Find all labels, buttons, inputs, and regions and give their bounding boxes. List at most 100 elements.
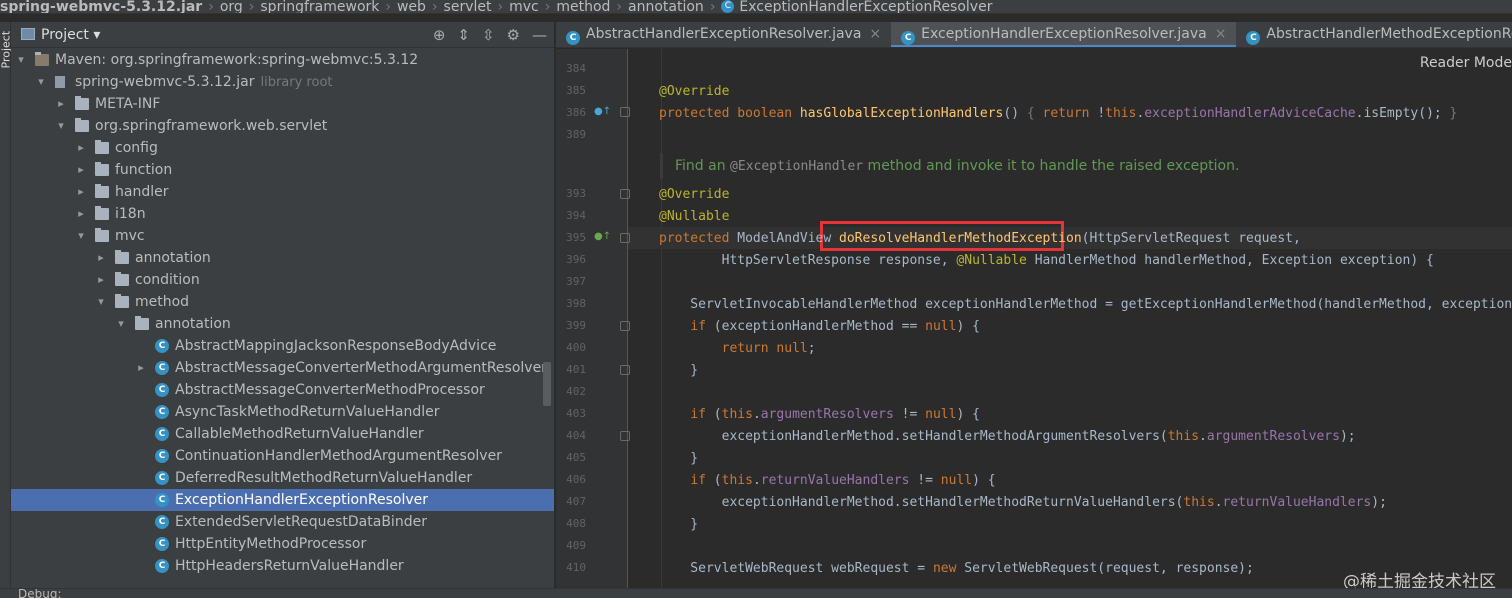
breadcrumb-item[interactable]: servlet xyxy=(444,0,492,13)
tree-item[interactable]: ▾ method xyxy=(11,291,554,313)
tree-item[interactable]: C CallableMethodReturnValueHandler xyxy=(11,423,554,445)
tree-scrollbar[interactable] xyxy=(543,362,551,406)
project-view-selector[interactable]: Project ▾ xyxy=(21,22,100,48)
fold-marker-icon[interactable] xyxy=(620,431,630,441)
implements-icon[interactable]: ●↑ xyxy=(594,231,611,242)
close-icon[interactable]: × xyxy=(1215,26,1227,42)
chevron-right-icon[interactable]: ▸ xyxy=(75,137,87,159)
code-line[interactable]: protected boolean hasGlobalExceptionHand… xyxy=(659,106,1457,121)
fold-marker-icon[interactable] xyxy=(620,365,630,375)
overrides-icon[interactable]: ●↑ xyxy=(594,106,611,117)
chevron-right-icon[interactable]: ▸ xyxy=(55,93,67,115)
chevron-down-icon[interactable]: ▾ xyxy=(35,71,47,93)
editor-tab[interactable]: C AbstractHandlerExceptionResolver.java × xyxy=(556,22,891,47)
left-tool-strip: Project xyxy=(0,22,13,598)
chevron-right-icon[interactable]: ▸ xyxy=(75,181,87,203)
gear-icon[interactable]: ⚙ xyxy=(507,22,520,48)
tree-item[interactable]: ▸ config xyxy=(11,137,554,159)
chevron-right-icon[interactable]: ▸ xyxy=(75,203,87,225)
chevron-right-icon[interactable]: ▸ xyxy=(75,159,87,181)
code-line[interactable]: exceptionHandlerMethod.setHandlerMethodR… xyxy=(659,495,1387,510)
code-line[interactable]: } xyxy=(659,363,698,378)
tree-item[interactable]: C ExtendedServletRequestDataBinder xyxy=(11,511,554,533)
code-line[interactable]: ServletWebRequest webRequest = new Servl… xyxy=(659,561,1254,576)
fold-marker-icon[interactable] xyxy=(620,233,630,243)
tree-item-label: Maven: org.springframework:spring-webmvc… xyxy=(55,52,419,68)
target-icon[interactable]: ⊕ xyxy=(433,22,446,48)
tree-item[interactable]: ▸ i18n xyxy=(11,203,554,225)
tree-item[interactable]: C ContinuationHandlerMethodArgumentResolv… xyxy=(11,445,554,467)
fold-marker-icon[interactable] xyxy=(620,321,630,331)
code-line[interactable]: if (this.argumentResolvers != null) { xyxy=(659,407,980,422)
line-number: 407 xyxy=(566,495,586,508)
tree-item[interactable]: ▸ function xyxy=(11,159,554,181)
breadcrumb-item[interactable]: springframework xyxy=(260,0,379,13)
editor-tab[interactable]: C ExceptionHandlerExceptionResolver.java × xyxy=(891,22,1237,47)
code-line[interactable]: if (this.returnValueHandlers != null) { xyxy=(659,473,995,488)
tree-item-label: DeferredResultMethodReturnValueHandler xyxy=(175,470,473,486)
breadcrumb-item[interactable]: org xyxy=(220,0,243,13)
tree-item[interactable]: C AbstractMappingJacksonResponseBodyAdvic… xyxy=(11,335,554,357)
chevron-down-icon[interactable]: ▾ xyxy=(95,291,107,313)
tree-item[interactable]: ▾ Maven: org.springframework:spring-webmv… xyxy=(11,49,554,71)
tree-item[interactable]: ▸ handler xyxy=(11,181,554,203)
tree-item-label: ExceptionHandlerExceptionResolver xyxy=(175,492,429,508)
code-line[interactable]: exceptionHandlerMethod.setHandlerMethodA… xyxy=(659,429,1356,444)
close-icon[interactable]: × xyxy=(869,26,881,42)
tree-item[interactable]: ▸ C AbstractMessageConverterMethodArgument… xyxy=(11,357,554,379)
collapse-all-icon[interactable]: ⇳ xyxy=(482,22,495,48)
debug-tab[interactable]: Debug: xyxy=(18,589,62,598)
tree-item[interactable]: ▸ META-INF xyxy=(11,93,554,115)
breadcrumb-current[interactable]: ExceptionHandlerExceptionResolver xyxy=(739,0,992,13)
tree-item[interactable]: ▸ condition xyxy=(11,269,554,291)
tree-item[interactable]: ▾ org.springframework.web.servlet xyxy=(11,115,554,137)
class-icon: C xyxy=(721,0,735,13)
code-editor[interactable]: Reader Mode Find an @ExceptionHandler me… xyxy=(556,49,1512,598)
fold-marker-icon[interactable] xyxy=(620,189,630,199)
tree-item[interactable]: C HttpEntityMethodProcessor xyxy=(11,533,554,555)
chevron-down-icon[interactable]: ▾ xyxy=(75,225,87,247)
class-icon: C xyxy=(155,493,169,507)
chevron-right-icon[interactable]: ▸ xyxy=(135,357,147,379)
code-line[interactable]: return null; xyxy=(659,341,816,356)
chevron-down-icon[interactable]: ▾ xyxy=(55,115,67,137)
breadcrumb-item[interactable]: spring-webmvc-5.3.12.jar xyxy=(0,0,202,13)
expand-all-icon[interactable]: ⇕ xyxy=(457,22,470,48)
code-line[interactable]: } xyxy=(659,517,698,532)
code-line[interactable]: protected ModelAndView doResolveHandlerM… xyxy=(659,231,1301,246)
breadcrumb-item[interactable]: annotation xyxy=(628,0,704,13)
breadcrumb-item[interactable]: web xyxy=(397,0,426,13)
tree-item[interactable]: ▾ mvc xyxy=(11,225,554,247)
class-icon: C xyxy=(155,339,169,353)
chevron-down-icon[interactable]: ▾ xyxy=(93,27,100,43)
class-icon: C xyxy=(155,559,169,573)
doc-comment[interactable]: Find an @ExceptionHandler method and inv… xyxy=(660,153,1360,179)
code-line[interactable]: @Override xyxy=(659,84,729,99)
reader-mode-button[interactable]: Reader Mode xyxy=(1420,55,1512,71)
fold-marker-icon[interactable] xyxy=(620,107,630,117)
tree-item[interactable]: C AbstractMessageConverterMethodProcessor xyxy=(11,379,554,401)
tree-item[interactable]: ▾ spring-webmvc-5.3.12.jar library root xyxy=(11,71,554,93)
code-line[interactable]: @Override xyxy=(659,187,729,202)
tree-item[interactable]: C DeferredResultMethodReturnValueHandler xyxy=(11,467,554,489)
chevron-down-icon[interactable]: ▾ xyxy=(115,313,127,335)
tree-item[interactable]: C ExceptionHandlerExceptionResolver xyxy=(11,489,554,511)
code-line[interactable]: if (exceptionHandlerMethod == null) { xyxy=(659,319,980,334)
tree-item[interactable]: ▸ annotation xyxy=(11,247,554,269)
code-line[interactable]: @Nullable xyxy=(659,209,729,224)
chevron-right-icon[interactable]: ▸ xyxy=(95,269,107,291)
chevron-down-icon[interactable]: ▾ xyxy=(15,49,27,71)
code-line[interactable]: ServletInvocableHandlerMethod exceptionH… xyxy=(659,297,1512,312)
code-line[interactable]: } xyxy=(659,451,698,466)
tree-item[interactable]: ▾ annotation xyxy=(11,313,554,335)
minimize-icon[interactable]: — xyxy=(532,22,547,48)
breadcrumb-item[interactable]: mvc xyxy=(509,0,539,13)
breadcrumb-item[interactable]: method xyxy=(556,0,610,13)
breadcrumb-separator: › xyxy=(709,0,716,14)
editor-tab[interactable]: C AbstractHandlerMethodExceptionResolver.… xyxy=(1236,22,1512,47)
tree-item[interactable]: C AsyncTaskMethodReturnValueHandler xyxy=(11,401,554,423)
chevron-right-icon[interactable]: ▸ xyxy=(95,247,107,269)
code-line[interactable]: HttpServletResponse response, @Nullable … xyxy=(659,253,1434,268)
tree-item-label: HttpEntityMethodProcessor xyxy=(175,536,367,552)
tree-item[interactable]: C HttpHeadersReturnValueHandler xyxy=(11,555,554,577)
